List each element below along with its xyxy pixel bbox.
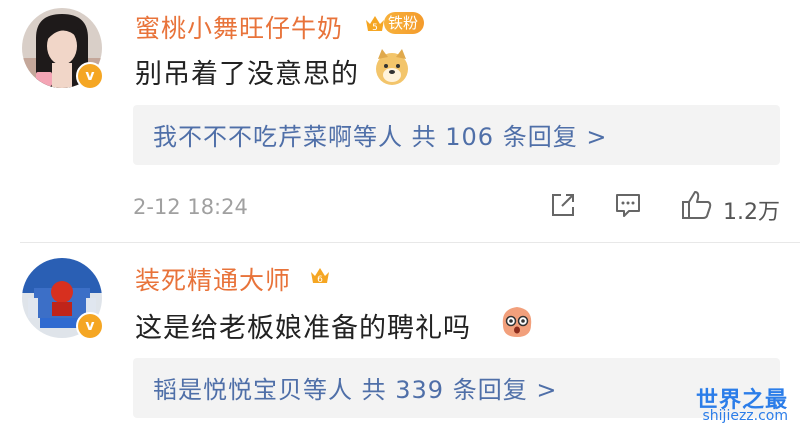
fan-badge: 铁粉 xyxy=(384,12,425,34)
reply-summary-box[interactable]: 韬是悦悦宝贝等人 共 339 条回复 > xyxy=(133,358,780,418)
svg-text:6: 6 xyxy=(317,275,323,285)
level-crown-icon: 5 xyxy=(366,16,384,33)
comment-divider xyxy=(20,242,800,243)
reply-summary-link[interactable]: 韬是悦悦宝贝等人 共 339 条回复 > xyxy=(153,370,557,405)
level-crown-icon: 6 xyxy=(311,268,329,285)
comment-item: v 装死精通大师 6 这是给老板娘准备的聘礼吗 韬是悦悦宝贝等人 共 339 条… xyxy=(0,244,800,428)
dog-emoji-icon xyxy=(376,49,408,85)
like-thumb-icon[interactable] xyxy=(680,188,714,222)
share-icon[interactable] xyxy=(548,190,578,220)
surprised-emoji-icon xyxy=(502,307,532,337)
username[interactable]: 装死精通大师 xyxy=(135,261,291,297)
comment-item: v 蜜桃小舞旺仔牛奶 5 铁粉 别吊着了没意思的 我不不不吃芹菜啊等人 共 10… xyxy=(0,0,800,240)
comment-timestamp: 2-12 18:24 xyxy=(133,195,248,219)
username[interactable]: 蜜桃小舞旺仔牛奶 xyxy=(135,9,343,45)
comment-text: 这是给老板娘准备的聘礼吗 xyxy=(135,313,471,344)
avatar[interactable]: v xyxy=(22,258,104,340)
comment-icon[interactable] xyxy=(613,190,643,220)
avatar[interactable]: v xyxy=(22,8,104,90)
verified-badge-icon: v xyxy=(76,312,104,340)
reply-summary-box[interactable]: 我不不不吃芹菜啊等人 共 106 条回复 > xyxy=(133,105,780,165)
watermark-domain: shijiezz.com xyxy=(702,408,789,424)
verified-badge-icon: v xyxy=(76,62,104,90)
reply-summary-link[interactable]: 我不不不吃芹菜啊等人 共 106 条回复 > xyxy=(153,117,607,152)
svg-text:5: 5 xyxy=(372,23,378,33)
like-count: 1.2万 xyxy=(723,200,780,225)
comment-text: 别吊着了没意思的 xyxy=(135,59,359,90)
